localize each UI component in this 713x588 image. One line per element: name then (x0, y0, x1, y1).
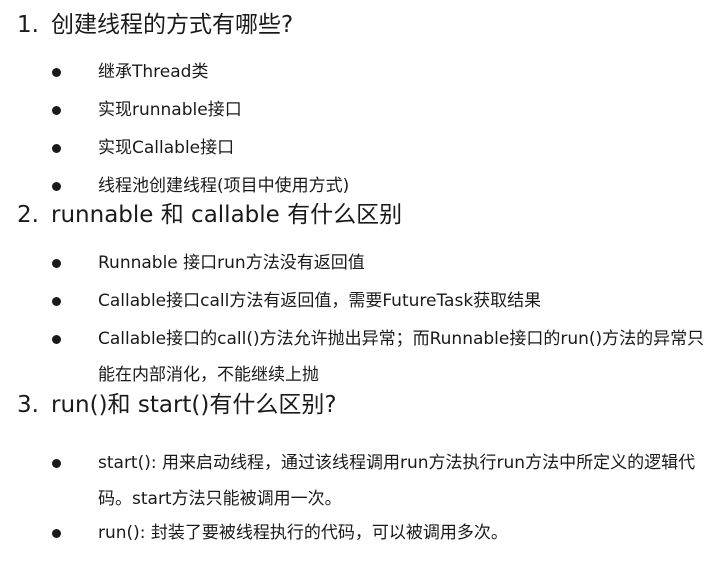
bullet-icon (52, 459, 61, 468)
bullet-icon (52, 335, 61, 344)
list-item-text: 实现runnable接口 (98, 100, 242, 120)
list-item-text: 线程池创建线程(项目中使用方式) (98, 176, 350, 196)
bullet-icon (52, 529, 61, 538)
list-item-text: 实现Callable接口 (98, 138, 235, 158)
section-1-heading: 1. 创建线程的方式有哪些? (17, 10, 293, 40)
section-2-heading: 2. runnable 和 callable 有什么区别 (17, 200, 402, 230)
list-item-text: Callable接口的call()方法允许抛出异常；而Runnable接口的ru… (98, 329, 705, 385)
bullet-icon (52, 144, 61, 153)
bullet-icon (52, 259, 61, 268)
section-2-number: 2. (17, 202, 39, 228)
list-item-text: run(): 封装了要被线程执行的代码，可以被调用多次。 (98, 523, 508, 543)
section-3-number: 3. (17, 392, 39, 418)
section-2-title: runnable 和 callable 有什么区别 (51, 202, 403, 228)
bullet-icon (52, 182, 61, 191)
list-item-text: Callable接口call方法有返回值，需要FutureTask获取结果 (98, 291, 542, 311)
list-item-text: Runnable 接口run方法没有返回值 (98, 253, 365, 273)
bullet-icon (52, 106, 61, 115)
bullet-icon (52, 297, 61, 306)
section-1-number: 1. (17, 12, 39, 38)
section-1-title: 创建线程的方式有哪些? (51, 12, 294, 38)
document-page: 1. 创建线程的方式有哪些? 继承Thread类 实现runnable接口 实现C… (0, 0, 713, 588)
section-3-heading: 3. run()和 start()有什么区别? (17, 390, 337, 420)
bullet-icon (52, 68, 61, 77)
section-3-title: run()和 start()有什么区别? (51, 392, 337, 418)
list-item-text: 继承Thread类 (98, 62, 209, 82)
list-item-text: start(): 用来启动线程，通过该线程调用run方法执行run方法中所定义的… (98, 453, 696, 509)
